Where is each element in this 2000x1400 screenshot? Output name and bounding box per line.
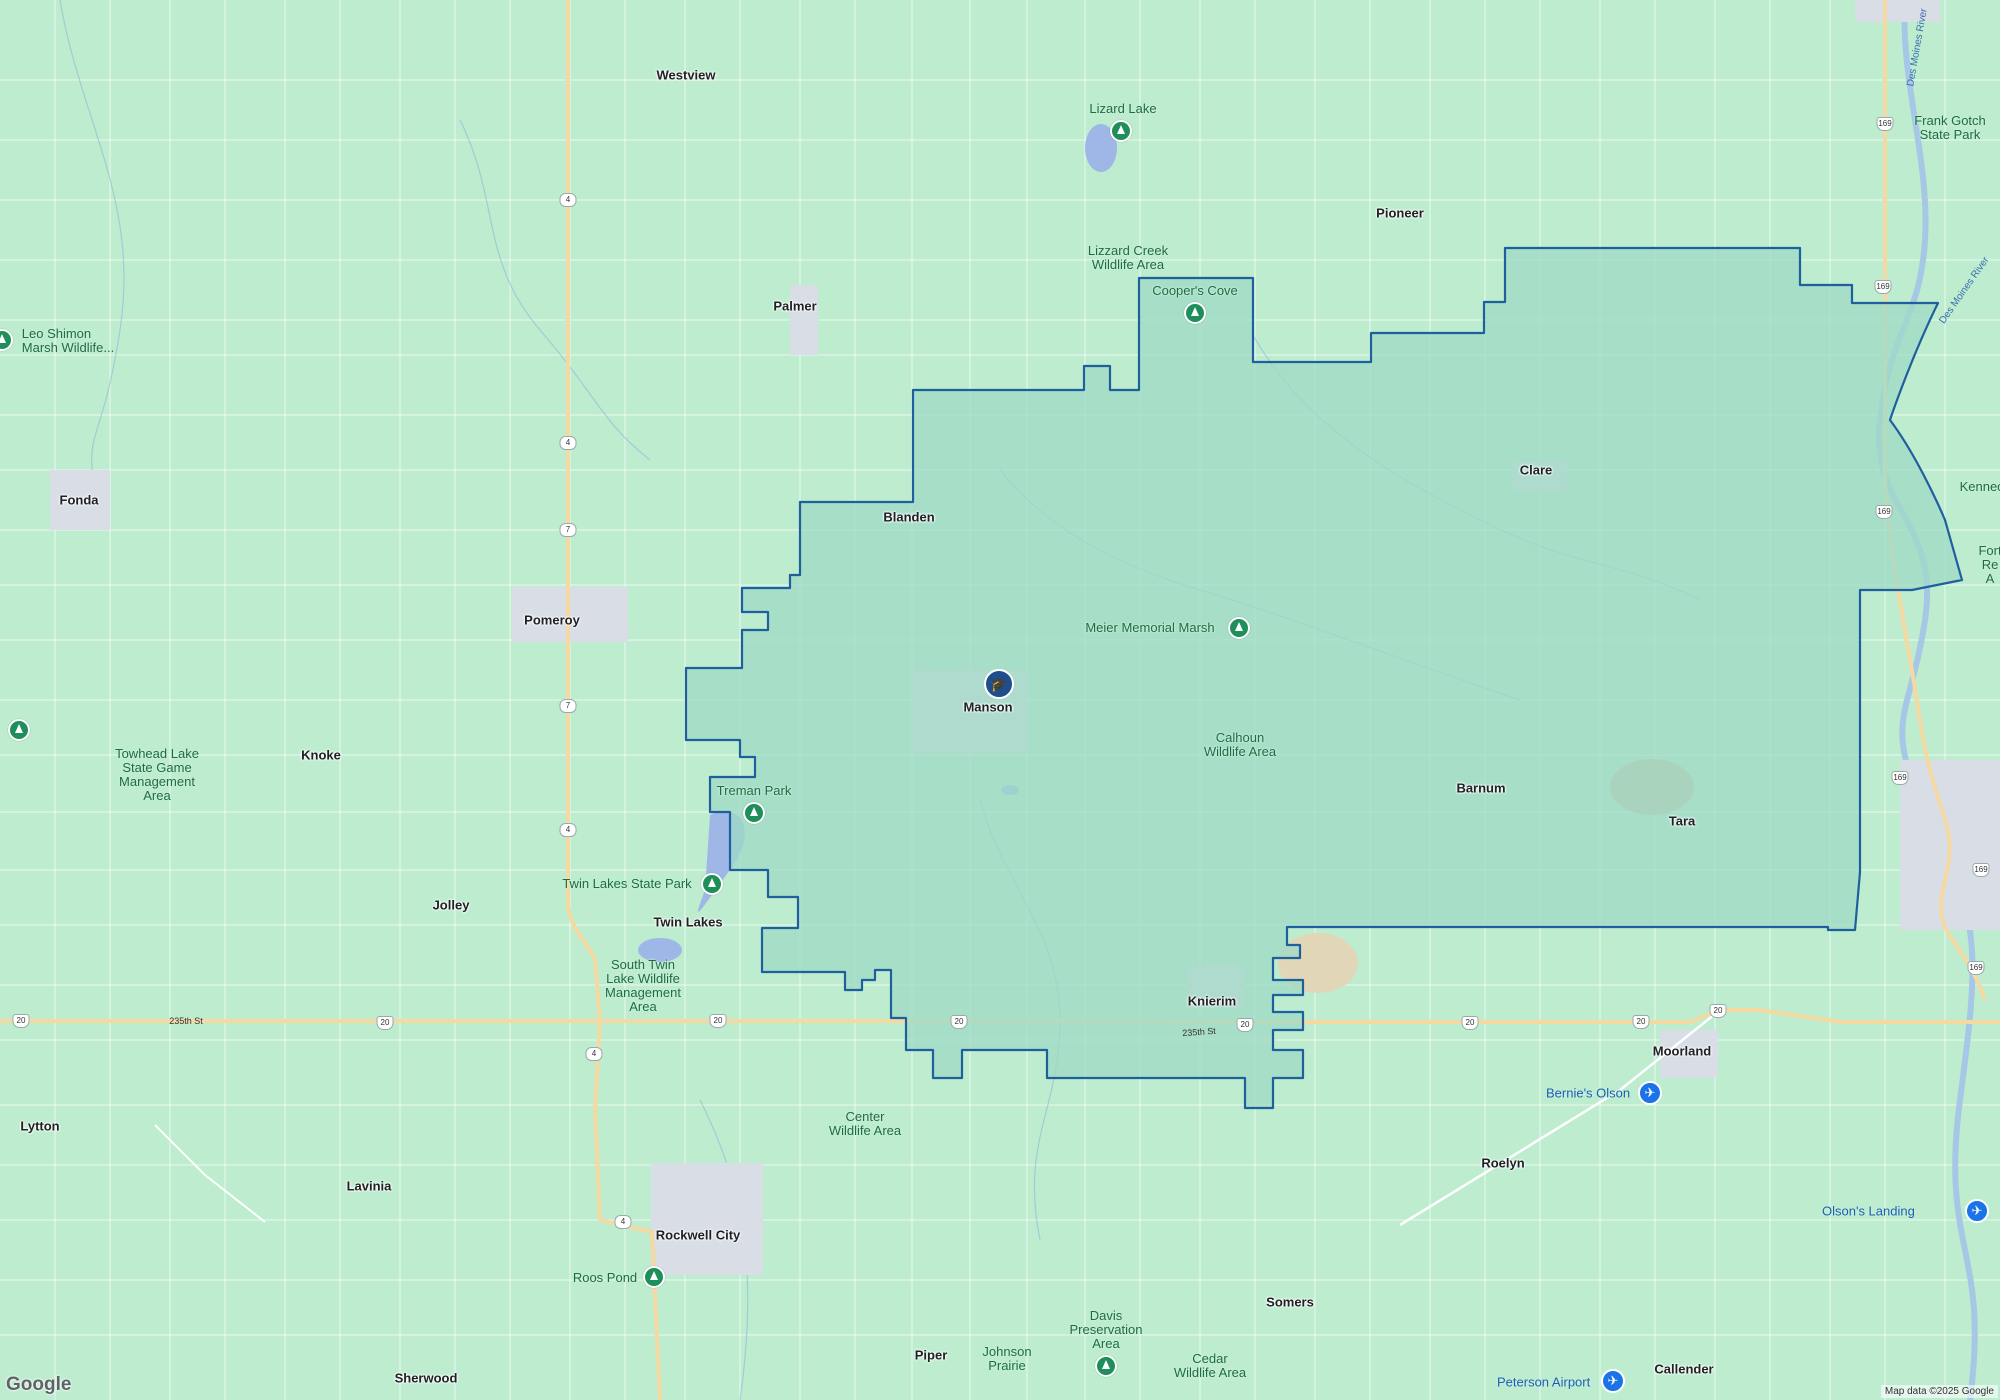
- graduation-cap-icon[interactable]: 🎓: [984, 669, 1014, 699]
- airplane-icon[interactable]: ✈: [1638, 1081, 1662, 1105]
- park-tree-icon[interactable]: [1228, 617, 1250, 639]
- google-logo: Google: [6, 1374, 72, 1395]
- town-label-piper[interactable]: Piper: [915, 1348, 948, 1363]
- park-label-lizard-lake[interactable]: Lizard Lake: [1089, 102, 1156, 116]
- park-label-frank-gotch[interactable]: Frank Gotch State Park: [1914, 114, 1986, 142]
- airplane-icon[interactable]: ✈: [1601, 1369, 1625, 1393]
- us-route-shield: 169: [1874, 280, 1892, 294]
- park-tree-icon[interactable]: [1095, 1355, 1117, 1377]
- route-shield: 4: [559, 193, 577, 207]
- us-route-shield: 169: [1875, 505, 1893, 519]
- us-route-shield: 20: [950, 1015, 968, 1029]
- park-label-davis[interactable]: Davis Preservation Area: [1070, 1309, 1143, 1351]
- us-route-shield: 20: [12, 1014, 30, 1028]
- park-label-lizzard-creek[interactable]: Lizzard Creek Wildlife Area: [1088, 244, 1168, 272]
- route-shield: 4: [614, 1215, 632, 1229]
- park-label-treman[interactable]: Treman Park: [717, 784, 792, 798]
- town-label-roelyn[interactable]: Roelyn: [1481, 1156, 1524, 1171]
- town-label-twin-lakes[interactable]: Twin Lakes: [653, 915, 722, 930]
- town-label-palmer[interactable]: Palmer: [773, 299, 816, 314]
- park-label-coopers-cove[interactable]: Cooper's Cove: [1152, 284, 1238, 298]
- us-route-shield: 169: [1967, 961, 1985, 975]
- us-route-shield: 169: [1891, 771, 1909, 785]
- town-label-knierim[interactable]: Knierim: [1188, 994, 1236, 1009]
- park-label-towhead[interactable]: Towhead Lake State Game Management Area: [115, 747, 199, 803]
- town-label-callender[interactable]: Callender: [1654, 1362, 1713, 1377]
- park-label-twin-lakes-sp[interactable]: Twin Lakes State Park: [562, 877, 691, 891]
- map-attribution[interactable]: Map data ©2025 Google: [1880, 1385, 1998, 1398]
- route-shield: 7: [559, 523, 577, 537]
- park-tree-icon[interactable]: [701, 873, 723, 895]
- town-label-lavinia[interactable]: Lavinia: [347, 1179, 392, 1194]
- us-route-shield: 20: [1632, 1015, 1650, 1029]
- town-label-tara[interactable]: Tara: [1669, 814, 1696, 829]
- town-label-blanden[interactable]: Blanden: [883, 510, 934, 525]
- town-label-barnum[interactable]: Barnum: [1456, 781, 1505, 796]
- park-tree-icon[interactable]: [643, 1266, 665, 1288]
- park-tree-icon[interactable]: [8, 719, 30, 741]
- town-label-pioneer[interactable]: Pioneer: [1376, 206, 1424, 221]
- us-route-shield: 20: [376, 1016, 394, 1030]
- park-label-kenneo[interactable]: Kenneo: [1960, 480, 2000, 494]
- road-label-235th-west: 235th St: [169, 1016, 203, 1026]
- us-route-shield: 20: [1236, 1018, 1254, 1032]
- town-label-moorland[interactable]: Moorland: [1653, 1044, 1712, 1059]
- airplane-icon[interactable]: ✈: [1965, 1199, 1989, 1223]
- park-label-meier-marsh[interactable]: Meier Memorial Marsh: [1085, 621, 1214, 635]
- town-label-lytton[interactable]: Lytton: [20, 1119, 59, 1134]
- airport-label-bernies-olson[interactable]: Bernie's Olson: [1546, 1086, 1630, 1101]
- town-label-manson[interactable]: Manson: [963, 700, 1012, 715]
- us-route-shield: 169: [1972, 863, 1990, 877]
- route-shield: 4: [559, 436, 577, 450]
- park-label-roos-pond[interactable]: Roos Pond: [573, 1271, 637, 1285]
- route-shield: 4: [585, 1047, 603, 1061]
- town-label-knoke[interactable]: Knoke: [301, 748, 341, 763]
- town-label-jolley[interactable]: Jolley: [433, 898, 470, 913]
- park-tree-icon[interactable]: [1110, 120, 1132, 142]
- route-shield: 7: [559, 699, 577, 713]
- town-label-sherwood[interactable]: Sherwood: [395, 1371, 458, 1386]
- town-label-clare[interactable]: Clare: [1520, 463, 1553, 478]
- town-label-fonda[interactable]: Fonda: [60, 493, 99, 508]
- us-route-shield: 20: [709, 1014, 727, 1028]
- park-label-center-wa[interactable]: Center Wildlife Area: [829, 1110, 901, 1138]
- airport-label-peterson-airport[interactable]: Peterson Airport: [1497, 1375, 1590, 1390]
- us-route-shield: 169: [1876, 117, 1894, 131]
- us-route-shield: 20: [1709, 1004, 1727, 1018]
- park-tree-icon[interactable]: [1184, 302, 1206, 324]
- airport-label-olsons-landing[interactable]: Olson's Landing: [1822, 1204, 1915, 1219]
- park-label-south-twin[interactable]: South Twin Lake Wildlife Management Area: [605, 958, 681, 1014]
- park-label-fort-re[interactable]: Fort Re A: [1978, 544, 2000, 586]
- town-label-westview[interactable]: Westview: [656, 68, 715, 83]
- town-label-rockwell-city[interactable]: Rockwell City: [656, 1228, 741, 1243]
- us-route-shield: 20: [1461, 1016, 1479, 1030]
- park-tree-icon[interactable]: [743, 802, 765, 824]
- route-shield: 4: [559, 823, 577, 837]
- town-label-pomeroy[interactable]: Pomeroy: [524, 613, 580, 628]
- map-canvas[interactable]: Westview Pioneer Palmer Fonda Blanden Cl…: [0, 0, 2000, 1400]
- park-label-cedar-wa[interactable]: Cedar Wildlife Area: [1174, 1352, 1246, 1380]
- town-label-somers[interactable]: Somers: [1266, 1295, 1314, 1310]
- park-label-leo-shimon[interactable]: Leo Shimon Marsh Wildlife...: [22, 327, 114, 355]
- park-label-johnson-prairie[interactable]: Johnson Prairie: [982, 1345, 1031, 1373]
- park-label-calhoun-wa[interactable]: Calhoun Wildlife Area: [1204, 731, 1276, 759]
